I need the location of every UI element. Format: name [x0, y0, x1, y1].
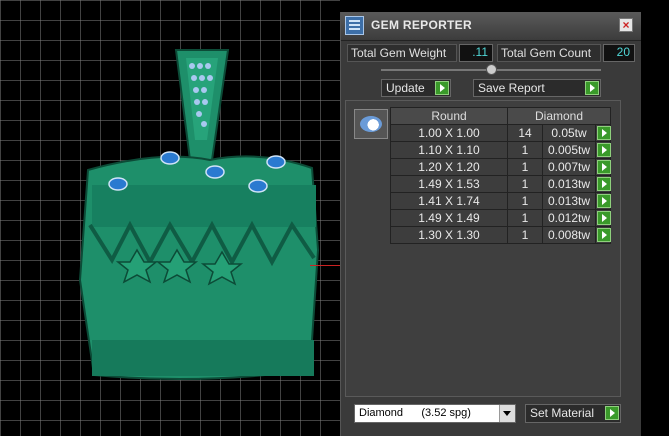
- gem-report-list: Round Diamond 1.00 X 1.00 14 0.05tw 1.10…: [345, 100, 621, 397]
- gem-size: 1.49 X 1.49: [390, 209, 508, 227]
- pendant-model: [78, 49, 320, 380]
- gem-count: 14: [507, 124, 543, 142]
- round-gem-icon[interactable]: [354, 109, 388, 139]
- chevron-down-icon[interactable]: [499, 405, 515, 422]
- row-play-icon[interactable]: [597, 177, 611, 191]
- gem-weight: 0.012tw: [542, 209, 596, 227]
- close-button[interactable]: ×: [619, 18, 633, 32]
- gem-count: 1: [507, 141, 543, 159]
- gem-weight: 0.013tw: [542, 175, 596, 193]
- gem-reporter-panel: GEM REPORTER × Total Gem Weight .11 Tota…: [340, 12, 641, 436]
- table-row: 1.00 X 1.00 14 0.05tw: [390, 124, 611, 142]
- gem-weight: 0.008tw: [542, 226, 596, 244]
- table-row: 1.49 X 1.49 1 0.012tw: [390, 209, 611, 227]
- gem-size: 1.10 X 1.10: [390, 141, 508, 159]
- save-report-button[interactable]: Save Report: [473, 79, 601, 97]
- row-play-icon[interactable]: [597, 194, 611, 208]
- gem-count: 1: [507, 209, 543, 227]
- gem-size: 1.20 X 1.20: [390, 158, 508, 176]
- row-play-icon[interactable]: [597, 143, 611, 157]
- row-play-icon[interactable]: [597, 160, 611, 174]
- material-select-value: Diamond (3.52 spg): [359, 407, 471, 419]
- update-button[interactable]: Update: [381, 79, 451, 97]
- set-material-play-icon[interactable]: [605, 406, 619, 420]
- update-play-icon[interactable]: [435, 81, 449, 95]
- gem-count: 1: [507, 226, 543, 244]
- gem-count: 1: [507, 175, 543, 193]
- gem-count: 1: [507, 192, 543, 210]
- gem-size: 1.30 X 1.30: [390, 226, 508, 244]
- set-material-button[interactable]: Set Material: [525, 404, 621, 423]
- gem-weight: 0.013tw: [542, 192, 596, 210]
- row-play-icon[interactable]: [597, 126, 611, 140]
- material-select[interactable]: Diamond (3.52 spg): [354, 404, 516, 423]
- save-report-label: Save Report: [478, 81, 545, 95]
- total-gem-weight-value: .11: [459, 44, 493, 62]
- gem-size: 1.49 X 1.53: [390, 175, 508, 193]
- table-row: 1.20 X 1.20 1 0.007tw: [390, 158, 611, 176]
- total-gem-count-label: Total Gem Count: [497, 44, 601, 62]
- table-row: 1.30 X 1.30 1 0.008tw: [390, 226, 611, 244]
- gem-weight: 0.05tw: [542, 124, 596, 142]
- header-shape: Round: [390, 107, 508, 125]
- gem-reporter-icon: [345, 16, 364, 35]
- slider-handle[interactable]: [486, 64, 497, 75]
- row-play-icon[interactable]: [597, 228, 611, 242]
- total-gem-weight-label: Total Gem Weight: [347, 44, 457, 62]
- window-title: GEM REPORTER: [371, 18, 472, 32]
- total-gem-count-value: 20: [603, 44, 635, 62]
- gem-count: 1: [507, 158, 543, 176]
- save-report-play-icon[interactable]: [585, 81, 599, 95]
- update-button-label: Update: [386, 81, 425, 95]
- header-material: Diamond: [507, 107, 611, 125]
- gem-table: Round Diamond 1.00 X 1.00 14 0.05tw 1.10…: [390, 107, 611, 244]
- set-material-label: Set Material: [530, 406, 595, 420]
- table-row: 1.41 X 1.74 1 0.013tw: [390, 192, 611, 210]
- table-row: 1.10 X 1.10 1 0.005tw: [390, 141, 611, 159]
- x-axis-line: [310, 265, 340, 266]
- gem-weight: 0.005tw: [542, 141, 596, 159]
- 3d-viewport[interactable]: [0, 0, 340, 436]
- table-row: 1.49 X 1.53 1 0.013tw: [390, 175, 611, 193]
- gem-weight: 0.007tw: [542, 158, 596, 176]
- gem-size: 1.00 X 1.00: [390, 124, 508, 142]
- gem-size: 1.41 X 1.74: [390, 192, 508, 210]
- row-play-icon[interactable]: [597, 211, 611, 225]
- title-bar[interactable]: GEM REPORTER ×: [341, 12, 641, 41]
